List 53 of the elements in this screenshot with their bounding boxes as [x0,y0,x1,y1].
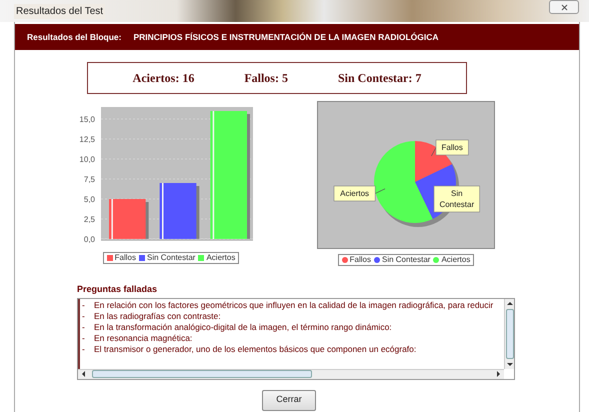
close-dialog-button[interactable]: Cerrar [262,390,316,410]
vertical-scrollbar[interactable] [504,298,514,368]
section-title: Preguntas falladas [77,283,158,296]
score-text: Sin Contestar: 7 [338,70,422,87]
score-text: Fallos: 5 [244,70,288,87]
tick-label: 15,0 [79,115,95,124]
slice-label: Fallos [442,143,463,152]
list-item[interactable]: En relación con los factores geométricos que influyen en la calidad de la imagen radiográfica, para reducir [94,300,494,310]
header-label: Resultados del Bloque: [27,30,122,44]
score-text: Aciertos: 16 [132,70,194,87]
tick-label: 0,0 [84,235,95,244]
legend-label: Sin Contestar [146,254,196,262]
legend-label: Sin Contestar [382,256,430,264]
left-arrow-icon [81,371,86,377]
legend-swatch-icon [138,255,145,261]
list-marker: - [81,310,86,322]
list-marker: - [81,322,86,332]
list-marker: - [81,332,86,344]
tick-label: 12,5 [79,135,95,144]
list-marker: - [81,344,86,354]
legend-swatch-icon [374,257,380,263]
legend-swatch-icon [433,257,440,263]
legend-swatch-icon [106,255,113,261]
slice-label: Fallos [436,140,469,156]
tick-label: 7,5 [84,175,95,184]
list-item[interactable]: En las radiografías con contraste: [94,310,221,322]
legend-label: Fallos [350,256,371,264]
leader-line [374,188,386,194]
legend-swatch-icon [198,255,204,261]
close-button[interactable] [549,0,579,14]
legend-label: Fallos [114,254,136,262]
legend-label: Aciertos [206,254,236,262]
list-marker: - [81,300,86,310]
legend-label: Aciertos [441,256,470,264]
legend-swatch-icon [342,257,348,263]
horizontal-scrollbar[interactable] [78,368,504,378]
window-title: Resultados del Test [14,4,106,18]
tick-label: 10,0 [79,155,95,164]
block-title: PRINCIPIOS FÍSICOS E INSTRUMENTACIÓN DE LA IMAGEN RADIOLÓGICA [133,30,439,44]
slice-label: Aciertos [334,186,376,202]
slice-label: Sin Contestar [434,186,480,212]
list-item[interactable]: En resonancia magnética: [94,332,192,344]
tick-label: 2,5 [84,215,95,224]
leader-line [431,147,436,156]
right-arrow-icon [496,371,501,377]
up-arrow-icon [506,300,512,306]
slice-label: Aciertos [340,189,370,198]
list-item[interactable]: En la transformación analógico-digital de la imagen, el término rango dinámico: [94,322,392,332]
down-arrow-icon [506,362,512,366]
list-item[interactable]: El transmisor o generador, uno de los elementos básicos que componen un ecógrafo: [94,344,416,354]
slice-label: Sin Contestar [439,189,474,209]
close-icon [560,4,568,10]
tick-label: 5,0 [84,195,95,204]
